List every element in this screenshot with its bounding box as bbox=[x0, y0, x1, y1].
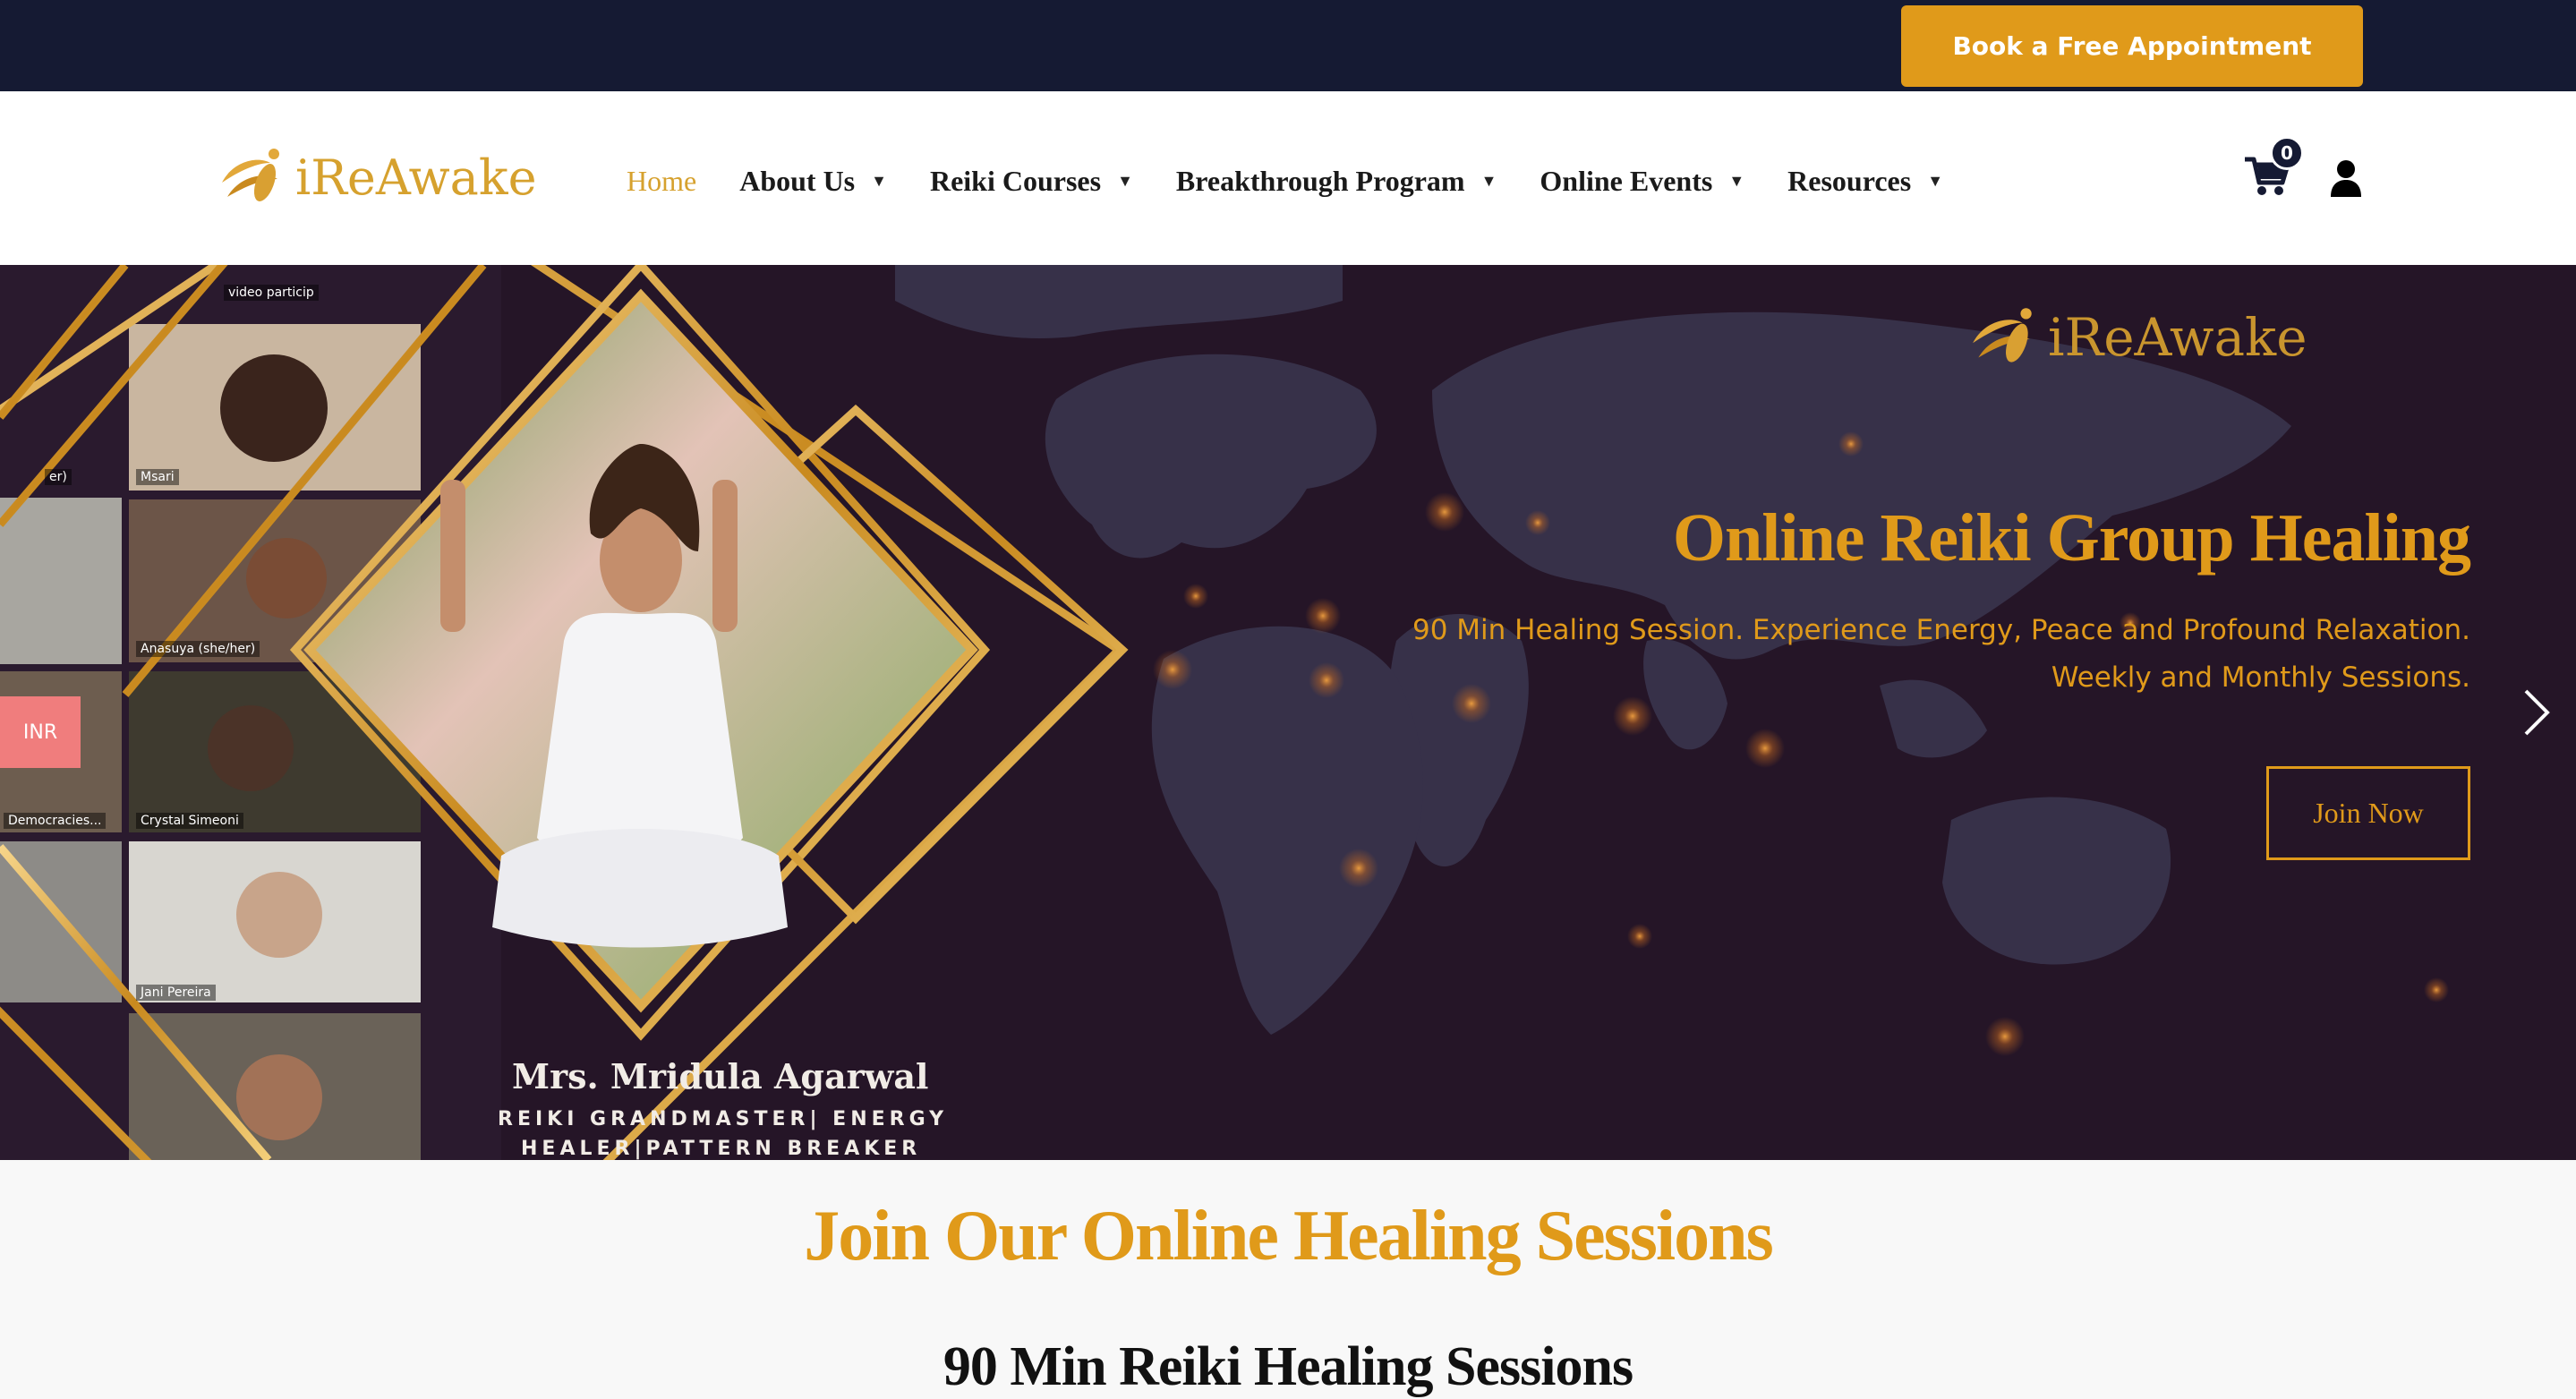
site-logo[interactable]: iReAwake bbox=[215, 141, 537, 213]
video-tile-label: Anasuya (she/her) bbox=[136, 641, 260, 657]
video-tile-label: er) bbox=[45, 469, 72, 485]
main-nav: Home About Us ▼ Reiki Courses ▼ Breakthr… bbox=[627, 161, 1986, 200]
logo-mark-icon bbox=[1973, 308, 2032, 363]
nav-item-breakthrough-program[interactable]: Breakthrough Program ▼ bbox=[1176, 165, 1497, 198]
hero-subtitle: 90 Min Healing Session. Experience Energ… bbox=[1412, 614, 2470, 646]
video-tile-label: Crystal Simeoni bbox=[136, 813, 243, 829]
nav-item-label: Online Events bbox=[1540, 164, 1713, 197]
nav-item-online-events[interactable]: Online Events ▼ bbox=[1540, 165, 1744, 198]
video-tile-label: video particip bbox=[224, 285, 319, 301]
chevron-right-icon[interactable] bbox=[2521, 686, 2553, 739]
logo-text: iReAwake bbox=[295, 149, 537, 206]
nav-item-label: Reiki Courses bbox=[929, 164, 1102, 197]
nav-item-home[interactable]: Home bbox=[627, 165, 696, 198]
hero-slider: video particip er) Msari Anasuya (she/he… bbox=[0, 265, 2576, 1160]
video-tile-label: Msari bbox=[136, 469, 179, 485]
site-header: iReAwake Home About Us ▼ Reiki Courses ▼… bbox=[0, 91, 2576, 265]
currency-switcher[interactable]: INR bbox=[0, 696, 81, 768]
join-now-button[interactable]: Join Now bbox=[2266, 766, 2470, 860]
nav-item-about-us[interactable]: About Us ▼ bbox=[739, 165, 887, 198]
book-appointment-button[interactable]: Book a Free Appointment bbox=[1901, 5, 2363, 87]
user-icon[interactable] bbox=[2329, 159, 2363, 197]
caret-down-icon: ▼ bbox=[1927, 171, 1944, 190]
presenter-name: Mrs. Mridula Agarwal bbox=[512, 1056, 929, 1096]
video-tile-label: Jani Pereira bbox=[136, 985, 216, 1001]
healing-sessions-section: Join Our Online Healing Sessions 90 Min … bbox=[0, 1160, 2576, 1397]
hero-background bbox=[0, 265, 2576, 1160]
presenter-title: REIKI GRANDMASTER| ENERGY bbox=[498, 1108, 949, 1130]
nav-item-label: About Us bbox=[739, 164, 856, 197]
nav-item-resources[interactable]: Resources ▼ bbox=[1787, 165, 1943, 198]
presenter-title: HEALER|PATTERN BREAKER bbox=[521, 1138, 922, 1160]
caret-down-icon: ▼ bbox=[1480, 171, 1497, 190]
nav-item-label: Home bbox=[627, 164, 697, 197]
top-bar: Book a Free Appointment bbox=[0, 0, 2576, 91]
caret-down-icon: ▼ bbox=[1117, 171, 1133, 190]
section-title: Join Our Online Healing Sessions bbox=[804, 1197, 1773, 1275]
section-subtitle: 90 Min Reiki Healing Sessions bbox=[943, 1336, 1633, 1397]
nav-item-label: Resources bbox=[1787, 164, 1912, 197]
nav-item-label: Breakthrough Program bbox=[1175, 164, 1465, 197]
hero-subtitle: Weekly and Monthly Sessions. bbox=[2051, 661, 2470, 694]
cart-count-badge: 0 bbox=[2270, 136, 2304, 170]
caret-down-icon: ▼ bbox=[871, 171, 887, 190]
hero-logo: iReAwake bbox=[1966, 303, 2307, 372]
logo-mark-icon bbox=[222, 149, 279, 201]
nav-item-reiki-courses[interactable]: Reiki Courses ▼ bbox=[930, 165, 1133, 198]
hero-title: Online Reiki Group Healing bbox=[1672, 500, 2471, 576]
caret-down-icon: ▼ bbox=[1728, 171, 1745, 190]
hero-logo-text: iReAwake bbox=[2048, 307, 2307, 368]
video-tile-label: Democracies... bbox=[4, 813, 107, 829]
